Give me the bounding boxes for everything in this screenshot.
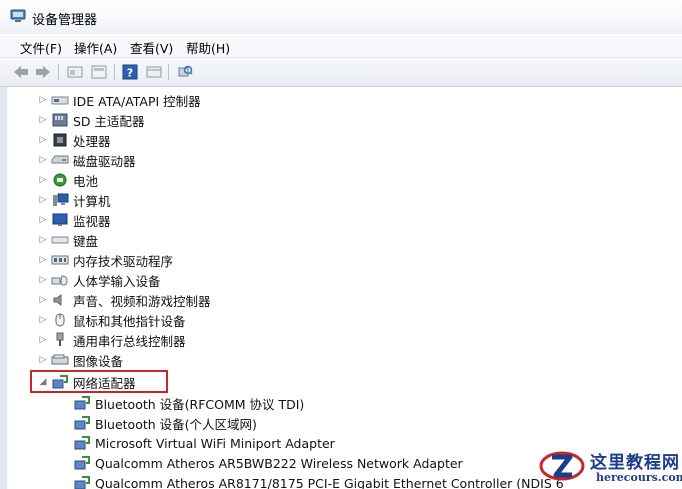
- hid-icon: [51, 272, 69, 288]
- adapter-label: Microsoft Virtual WiFi Miniport Adapter: [95, 435, 335, 451]
- expand-arrow-icon[interactable]: ▷: [38, 255, 48, 265]
- tree-item-keyboard[interactable]: ▷ 键盘: [38, 230, 98, 250]
- tree-item-label: SD 主适配器: [73, 113, 145, 129]
- imaging-icon: [51, 352, 69, 368]
- back-icon[interactable]: [12, 63, 30, 81]
- tree-item-battery[interactable]: ▷ 电池: [38, 170, 98, 190]
- expand-arrow-icon[interactable]: ▷: [38, 335, 48, 345]
- toolbar: ?: [0, 58, 682, 87]
- tree-item-label: 鼠标和其他指针设备: [73, 313, 186, 329]
- tree-item-sound[interactable]: ▷ 声音、视频和游戏控制器: [38, 290, 211, 310]
- expand-arrow-icon[interactable]: ▷: [38, 235, 48, 245]
- usb-icon: [51, 332, 69, 348]
- disk-drive-icon: [51, 152, 69, 168]
- network-adapter-item[interactable]: Bluetooth 设备(个人区域网): [73, 413, 257, 433]
- tree-item-processor[interactable]: ▷ 处理器: [38, 130, 111, 150]
- network-device-icon: [73, 395, 91, 411]
- expand-arrow-icon[interactable]: ▷: [38, 135, 48, 145]
- tree-item-ide-controller[interactable]: ▷ IDE ATA/ATAPI 控制器: [38, 90, 201, 110]
- tree-item-memory-tech[interactable]: ▷ 内存技术驱动程序: [38, 250, 173, 270]
- tree-item-usb[interactable]: ▷ 通用串行总线控制器: [38, 330, 186, 350]
- memory-tech-icon: [51, 252, 69, 268]
- scan-hardware-icon[interactable]: [176, 63, 194, 81]
- adapter-label: Bluetooth 设备(个人区域网): [95, 416, 257, 432]
- expand-arrow-icon[interactable]: ▷: [38, 295, 48, 305]
- adapter-label: Qualcomm Atheros AR5BWB222 Wireless Netw…: [95, 455, 463, 471]
- sound-icon: [51, 292, 69, 308]
- highlight-box: [30, 370, 168, 393]
- sd-host-icon: [51, 112, 69, 128]
- tree-item-label: 内存技术驱动程序: [73, 253, 174, 269]
- monitor-icon: [51, 212, 69, 228]
- tree-item-label: 电池: [73, 173, 99, 189]
- keyboard-icon: [51, 232, 69, 248]
- help-icon[interactable]: ?: [121, 63, 139, 81]
- tree-item-label: 计算机: [73, 193, 111, 209]
- tree-item-imaging[interactable]: ▷ 图像设备: [38, 350, 123, 370]
- watermark: 这里教程网 herecours.com: [538, 444, 682, 489]
- device-manager-window: 设备管理器 文件(F) 操作(A) 查看(V) 帮助(H) ? ▷ IDE AT…: [0, 0, 682, 489]
- watermark-logo-icon: [539, 451, 585, 481]
- menu-view[interactable]: 查看(V): [130, 38, 173, 57]
- network-device-icon: [73, 475, 91, 489]
- network-adapter-item[interactable]: Bluetooth 设备(RFCOMM 协议 TDI): [73, 393, 304, 413]
- svg-text:?: ?: [127, 67, 133, 80]
- toolbar-separator: [114, 64, 115, 80]
- forward-icon[interactable]: [34, 63, 52, 81]
- expand-arrow-icon[interactable]: ▷: [38, 95, 48, 105]
- tree-item-label: 磁盘驱动器: [73, 153, 136, 169]
- tree-item-sd-host[interactable]: ▷ SD 主适配器: [38, 110, 145, 130]
- expand-arrow-icon[interactable]: ▷: [38, 315, 48, 325]
- battery-icon: [51, 172, 69, 188]
- tree-item-label: 通用串行总线控制器: [73, 333, 186, 349]
- tree-item-label: 处理器: [73, 133, 111, 149]
- expand-arrow-icon[interactable]: ▷: [38, 155, 48, 165]
- computer-icon: [51, 192, 69, 208]
- tree-item-hid[interactable]: ▷ 人体学输入设备: [38, 270, 161, 290]
- processor-icon: [51, 132, 69, 148]
- tree-item-label: 声音、视频和游戏控制器: [73, 293, 211, 309]
- expand-arrow-icon[interactable]: ▷: [38, 355, 48, 365]
- tree-item-label: 键盘: [73, 233, 99, 249]
- tree-item-mouse[interactable]: ▷ 鼠标和其他指针设备: [38, 310, 186, 330]
- title-bar: 设备管理器: [0, 0, 682, 34]
- toolbar-separator: [168, 64, 169, 80]
- device-manager-app-icon: [10, 9, 26, 22]
- device-tree: ▷ IDE ATA/ATAPI 控制器 ▷ SD 主适配器 ▷ 处理器 ▷ 磁盘…: [0, 87, 682, 489]
- expand-arrow-icon[interactable]: ▷: [38, 195, 48, 205]
- network-adapter-item[interactable]: Qualcomm Atheros AR8171/8175 PCI-E Gigab…: [73, 473, 564, 489]
- watermark-title: 这里教程网: [590, 453, 680, 473]
- tree-item-label: 监视器: [73, 213, 111, 229]
- expand-arrow-icon[interactable]: ▷: [38, 175, 48, 185]
- menu-action[interactable]: 操作(A): [74, 38, 117, 57]
- toolbar-separator: [58, 64, 59, 80]
- tree-item-computer[interactable]: ▷ 计算机: [38, 190, 111, 210]
- adapter-label: Bluetooth 设备(RFCOMM 协议 TDI): [95, 396, 305, 412]
- mouse-icon: [51, 312, 69, 328]
- network-device-icon: [73, 415, 91, 431]
- window-title: 设备管理器: [32, 13, 98, 28]
- network-device-icon: [73, 435, 91, 451]
- watermark-url: herecours.com: [596, 471, 682, 484]
- update-icon[interactable]: [90, 63, 108, 81]
- expand-arrow-icon[interactable]: ▷: [38, 275, 48, 285]
- network-device-icon: [73, 455, 91, 471]
- menu-bar: 文件(F) 操作(A) 查看(V) 帮助(H): [0, 36, 682, 58]
- ide-controller-icon: [51, 92, 69, 108]
- network-adapter-item[interactable]: Microsoft Virtual WiFi Miniport Adapter: [73, 433, 335, 453]
- expand-arrow-icon[interactable]: ▷: [38, 215, 48, 225]
- menu-help[interactable]: 帮助(H): [186, 38, 230, 57]
- tree-item-disk-drive[interactable]: ▷ 磁盘驱动器: [38, 150, 136, 170]
- tree-item-monitor[interactable]: ▷ 监视器: [38, 210, 111, 230]
- properties-icon[interactable]: [66, 63, 84, 81]
- menu-file[interactable]: 文件(F): [20, 38, 62, 57]
- expand-arrow-icon[interactable]: ▷: [38, 115, 48, 125]
- network-adapter-item[interactable]: Qualcomm Atheros AR5BWB222 Wireless Netw…: [73, 453, 463, 473]
- tree-item-label: 人体学输入设备: [73, 273, 161, 289]
- tree-item-label: IDE ATA/ATAPI 控制器: [73, 93, 201, 109]
- view-icon[interactable]: [145, 63, 163, 81]
- adapter-label: Qualcomm Atheros AR8171/8175 PCI-E Gigab…: [95, 475, 564, 489]
- tree-item-label: 图像设备: [73, 353, 124, 369]
